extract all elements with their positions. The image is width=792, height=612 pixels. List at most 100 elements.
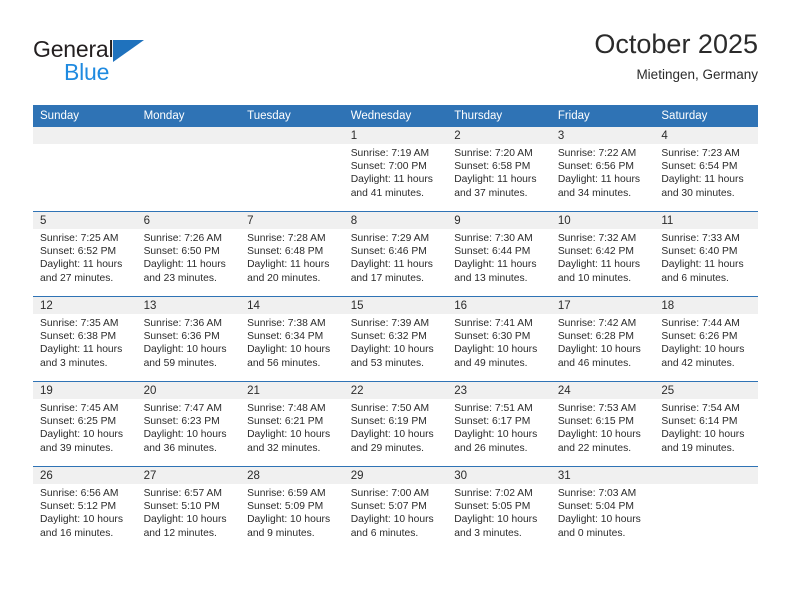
sunrise-text: Sunrise: 7:25 AM [40,233,119,244]
sunset-text: Sunset: 5:04 PM [557,501,634,513]
calendar-day-cell[interactable]: 12 Sunrise: 7:35 AM Sunset: 6:38 PM Dayligh… [33,296,137,382]
sunrise-text: Sunrise: 7:32 AM [557,233,637,244]
calendar-day-cell[interactable]: 14 Sunrise: 7:38 AM Sunset: 6:34 PM Dayligh… [240,296,344,382]
day-details: Sunrise: 7:42 AM Sunset: 6:28 PM Daylight:… [551,314,655,370]
calendar-week-row: 12 Sunrise: 7:35 AM Sunset: 6:38 PM Dayligh… [33,296,758,382]
sunrise-text: Sunrise: 7:47 AM [143,403,222,414]
sunset-text: Sunset: 6:38 PM [40,331,117,343]
calendar-day-cell[interactable]: 9 Sunrise: 7:30 AM Sunset: 6:44 PM Daylight… [447,211,551,297]
calendar-day-cell[interactable]: 21 Sunrise: 7:48 AM Sunset: 6:21 PM Dayligh… [240,381,344,467]
sunset-text: Sunset: 6:40 PM [661,246,738,258]
daylight-text: Daylight: 11 hours and 20 minutes. [247,259,330,284]
sunrise-text: Sunrise: 7:33 AM [661,233,740,244]
day-details: Sunrise: 7:53 AM Sunset: 6:15 PM Daylight:… [551,399,655,455]
sunset-text: Sunset: 6:21 PM [247,416,324,428]
daylight-text: Daylight: 10 hours and 9 minutes. [247,514,331,539]
day-number: 28 [240,467,344,484]
sunset-text: Sunset: 5:09 PM [247,501,324,513]
sunset-text: Sunset: 6:48 PM [247,246,324,258]
day-number: 17 [550,297,655,314]
day-details: Sunrise: 7:47 AM Sunset: 6:23 PM Daylight:… [137,399,241,455]
weekday-header-saturday: Saturday [654,105,758,127]
day-number [33,127,137,144]
sunset-text: Sunset: 6:26 PM [661,331,738,343]
calendar-day-cell[interactable]: 5 Sunrise: 7:25 AM Sunset: 6:52 PM Daylight… [33,211,137,297]
calendar-day-cell[interactable]: 25 Sunrise: 7:54 AM Sunset: 6:14 PM Dayligh… [654,381,758,467]
day-number: 31 [550,467,655,484]
calendar-day-cell[interactable]: 31 Sunrise: 7:03 AM Sunset: 5:04 PM Dayligh… [550,466,655,551]
sunset-text: Sunset: 6:44 PM [454,246,531,258]
day-number: 25 [654,382,758,399]
day-number: 18 [654,297,758,314]
calendar-day-cell[interactable]: 27 Sunrise: 6:57 AM Sunset: 5:10 PM Dayligh… [136,466,241,551]
calendar-day-cell[interactable]: 16 Sunrise: 7:41 AM Sunset: 6:30 PM Dayligh… [447,296,551,382]
daylight-text: Daylight: 10 hours and 42 minutes. [661,344,745,369]
daylight-text: Daylight: 10 hours and 49 minutes. [454,344,538,369]
calendar-day-cell[interactable]: 11 Sunrise: 7:33 AM Sunset: 6:40 PM Dayligh… [654,211,758,297]
day-number: 29 [343,467,448,484]
calendar-day-cell[interactable]: 17 Sunrise: 7:42 AM Sunset: 6:28 PM Dayligh… [550,296,655,382]
calendar-day-cell[interactable]: 20 Sunrise: 7:47 AM Sunset: 6:23 PM Dayligh… [136,381,241,467]
day-details: Sunrise: 7:22 AM Sunset: 6:56 PM Daylight:… [551,144,655,200]
weekday-header-sunday: Sunday [33,105,137,127]
calendar-day-cell[interactable]: 23 Sunrise: 7:51 AM Sunset: 6:17 PM Dayligh… [447,381,551,467]
day-details: Sunrise: 7:35 AM Sunset: 6:38 PM Daylight:… [33,314,137,370]
calendar-day-cell[interactable]: 7 Sunrise: 7:28 AM Sunset: 6:48 PM Daylight… [240,211,344,297]
sunrise-text: Sunrise: 7:42 AM [557,318,637,329]
sunset-text: Sunset: 6:23 PM [143,416,220,428]
calendar-day-cell[interactable]: 29 Sunrise: 7:00 AM Sunset: 5:07 PM Dayligh… [343,466,448,551]
daylight-text: Daylight: 10 hours and 0 minutes. [557,514,641,539]
sunrise-text: Sunrise: 7:36 AM [143,318,222,329]
day-number [654,467,758,484]
logo-word-blue: Blue [64,59,110,85]
day-number: 13 [136,297,241,314]
calendar-day-cell[interactable]: 2 Sunrise: 7:20 AM Sunset: 6:58 PM Daylight… [447,127,551,212]
sunrise-text: Sunrise: 6:59 AM [247,488,326,499]
day-number: 16 [447,297,551,314]
day-number: 27 [136,467,241,484]
calendar-day-cell[interactable]: 22 Sunrise: 7:50 AM Sunset: 6:19 PM Dayligh… [343,381,448,467]
sunrise-text: Sunrise: 7:51 AM [454,403,533,414]
sunrise-text: Sunrise: 7:41 AM [454,318,533,329]
calendar-day-cell[interactable]: 3 Sunrise: 7:22 AM Sunset: 6:56 PM Daylight… [550,127,655,212]
calendar-day-cell[interactable]: 8 Sunrise: 7:29 AM Sunset: 6:46 PM Daylight… [343,211,448,297]
day-details: Sunrise: 7:28 AM Sunset: 6:48 PM Daylight:… [240,229,344,285]
calendar-day-cell[interactable]: 30 Sunrise: 7:02 AM Sunset: 5:05 PM Dayligh… [447,466,551,551]
sunrise-text: Sunrise: 7:03 AM [557,488,637,499]
day-details: Sunrise: 6:57 AM Sunset: 5:10 PM Daylight:… [137,484,241,540]
calendar-day-cell[interactable]: 1 Sunrise: 7:19 AM Sunset: 7:00 PM Daylight… [343,127,448,212]
daylight-text: Daylight: 10 hours and 26 minutes. [454,429,538,454]
daylight-text: Daylight: 11 hours and 13 minutes. [454,259,537,284]
daylight-text: Daylight: 10 hours and 16 minutes. [40,514,123,539]
calendar-day-cell[interactable]: 26 Sunrise: 6:56 AM Sunset: 5:12 PM Dayligh… [33,466,137,551]
calendar-day-cell[interactable]: 28 Sunrise: 6:59 AM Sunset: 5:09 PM Dayligh… [240,466,344,551]
day-details: Sunrise: 7:25 AM Sunset: 6:52 PM Daylight:… [33,229,137,285]
calendar-day-cell[interactable]: 6 Sunrise: 7:26 AM Sunset: 6:50 PM Daylight… [136,211,241,297]
day-details: Sunrise: 7:03 AM Sunset: 5:04 PM Daylight:… [551,484,655,540]
calendar-day-cell[interactable]: 13 Sunrise: 7:36 AM Sunset: 6:36 PM Dayligh… [136,296,241,382]
calendar-day-cell[interactable]: 4 Sunrise: 7:23 AM Sunset: 6:54 PM Daylight… [654,127,758,212]
calendar-day-cell[interactable]: 18 Sunrise: 7:44 AM Sunset: 6:26 PM Dayligh… [654,296,758,382]
sunset-text: Sunset: 6:17 PM [454,416,531,428]
sunrise-text: Sunrise: 7:39 AM [350,318,430,329]
daylight-text: Daylight: 11 hours and 3 minutes. [40,344,123,369]
calendar-week-row: 26 Sunrise: 6:56 AM Sunset: 5:12 PM Dayligh… [33,466,758,551]
calendar-cell-empty [136,127,241,212]
sunset-text: Sunset: 6:30 PM [454,331,531,343]
weekday-header-wednesday: Wednesday [343,105,448,127]
calendar-day-cell[interactable]: 10 Sunrise: 7:32 AM Sunset: 6:42 PM Dayligh… [550,211,655,297]
day-details: Sunrise: 7:29 AM Sunset: 6:46 PM Daylight:… [344,229,448,285]
weekday-header-monday: Monday [136,105,241,127]
calendar-day-cell[interactable]: 19 Sunrise: 7:45 AM Sunset: 6:25 PM Dayligh… [33,381,137,467]
calendar-table: Sunday Monday Tuesday Wednesday Thursday… [33,105,758,551]
weekday-header-friday: Friday [550,105,655,127]
sunrise-text: Sunrise: 7:35 AM [40,318,119,329]
calendar-day-cell[interactable]: 24 Sunrise: 7:53 AM Sunset: 6:15 PM Dayligh… [550,381,655,467]
daylight-text: Daylight: 10 hours and 59 minutes. [143,344,227,369]
page-header: General Blue October 2025 Mietingen, Ger… [33,28,758,98]
day-number: 14 [240,297,344,314]
generalblue-logo[interactable]: General Blue [33,36,253,94]
day-details: Sunrise: 7:41 AM Sunset: 6:30 PM Daylight:… [447,314,551,370]
calendar-day-cell[interactable]: 15 Sunrise: 7:39 AM Sunset: 6:32 PM Dayligh… [343,296,448,382]
page-subtitle: Mietingen, Germany [636,67,758,82]
